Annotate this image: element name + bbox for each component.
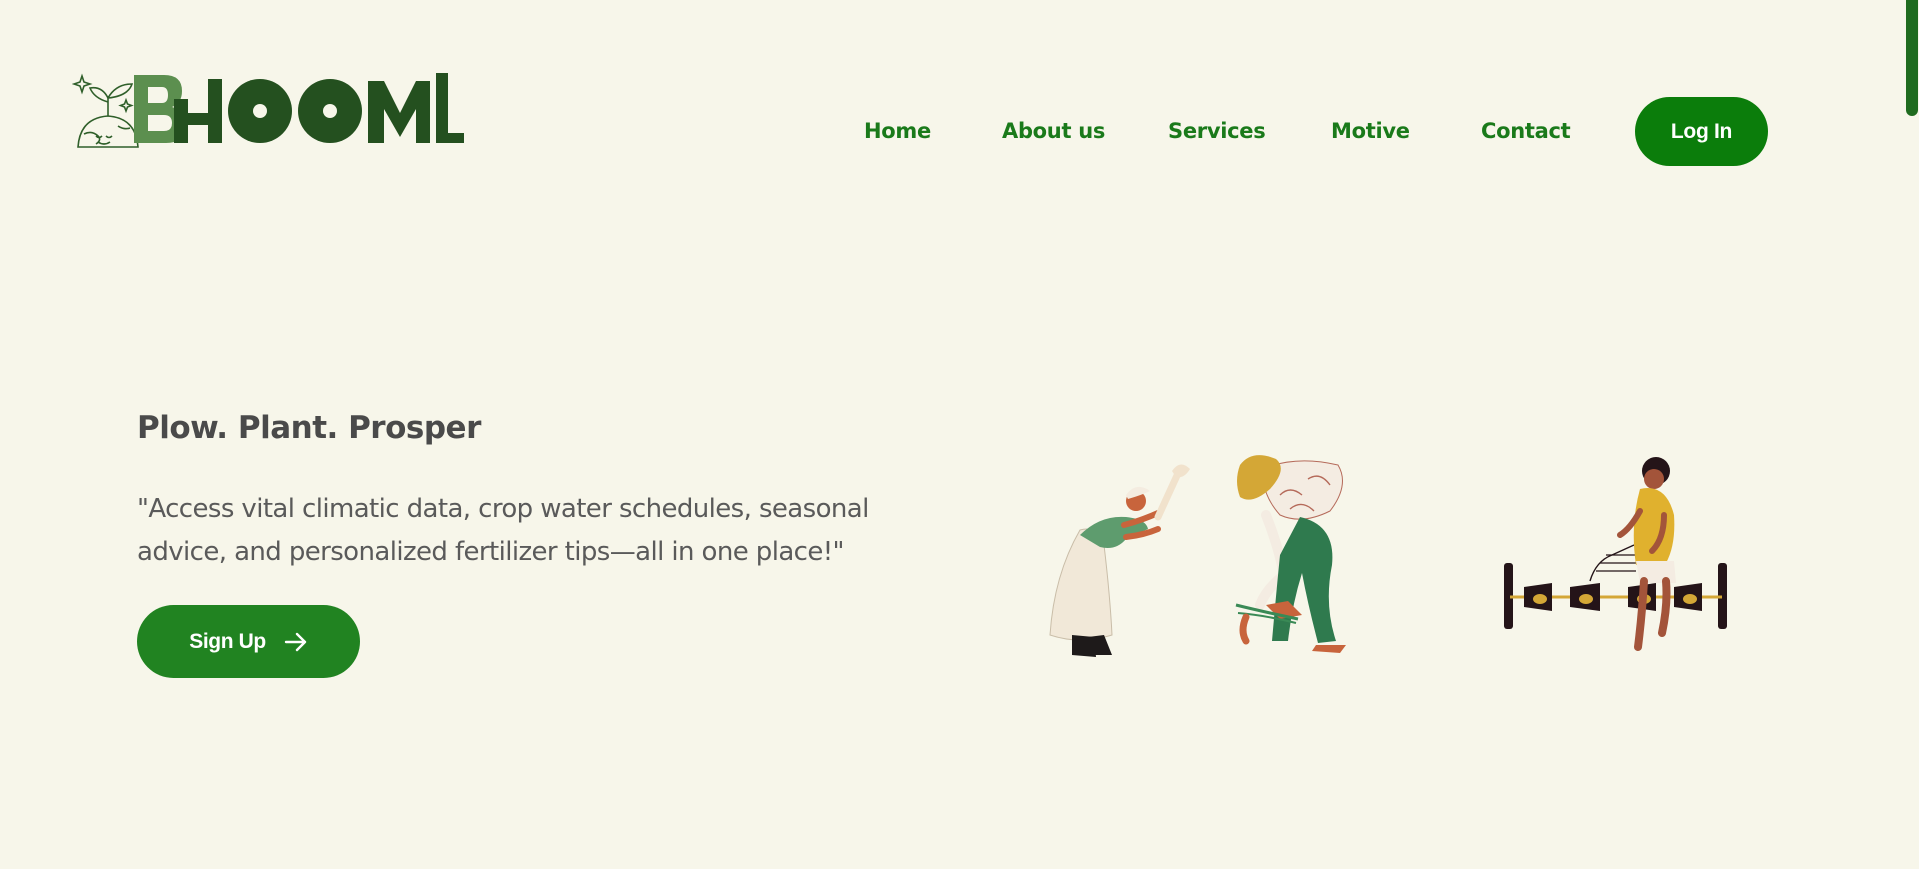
nav-about-us[interactable]: About us (1002, 119, 1105, 143)
scrollbar[interactable] (1905, 0, 1919, 869)
logo-wordmark-graphic (134, 73, 464, 143)
nav-motive[interactable]: Motive (1331, 119, 1410, 143)
farmers-illustration (1049, 455, 1727, 657)
logo-wordmark (134, 73, 464, 147)
site-header: Home About us Services Motive Contact Lo… (0, 0, 1905, 170)
signup-button[interactable]: Sign Up (137, 605, 360, 678)
hero-title: Plow. Plant. Prosper (137, 410, 481, 446)
arrow-right-icon (284, 632, 306, 651)
signup-label: Sign Up (189, 629, 266, 653)
nav-contact[interactable]: Contact (1481, 119, 1571, 143)
sprout-globe-icon (72, 73, 139, 148)
nav-home[interactable]: Home (864, 119, 931, 143)
farmer-with-hammer (1049, 464, 1190, 657)
nav-services[interactable]: Services (1168, 119, 1266, 143)
scrollbar-thumb[interactable] (1906, 0, 1918, 116)
login-button[interactable]: Log In (1635, 97, 1768, 166)
hero-description: "Access vital climatic data, crop water … (137, 494, 869, 567)
farmer-planting-seedlings (1235, 455, 1346, 653)
logo[interactable] (72, 70, 464, 150)
farmer-with-plough (1504, 457, 1727, 651)
